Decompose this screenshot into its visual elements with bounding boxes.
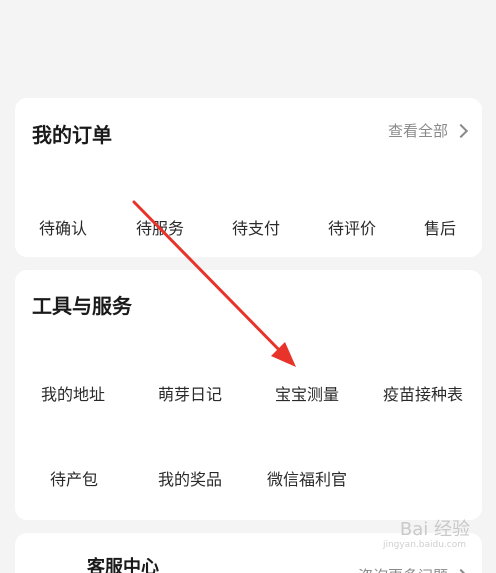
watermark-url: jingyan.baidu.com bbox=[382, 540, 466, 550]
more-questions-link[interactable]: 咨询更多问题 bbox=[358, 565, 469, 573]
tool-wechat-benefits[interactable]: 微信福利官 bbox=[267, 466, 347, 490]
orders-title: 我的订单 bbox=[32, 123, 112, 147]
chevron-right-icon bbox=[453, 568, 469, 573]
orders-card: 我的订单 查看全部 待确认 待服务 待支付 待评价 售后 bbox=[15, 98, 482, 257]
tool-my-prizes[interactable]: 我的奖品 bbox=[158, 466, 222, 490]
tool-vaccine-schedule[interactable]: 疫苗接种表 bbox=[383, 381, 463, 405]
chevron-right-icon bbox=[453, 123, 469, 139]
tool-sprout-diary[interactable]: 萌芽日记 bbox=[158, 381, 222, 405]
tools-title: 工具与服务 bbox=[32, 294, 132, 318]
order-status-pending-payment[interactable]: 待支付 bbox=[232, 215, 280, 239]
order-status-pending-service[interactable]: 待服务 bbox=[136, 215, 184, 239]
service-title: 客服中心 bbox=[87, 557, 159, 573]
page: 我的订单 查看全部 待确认 待服务 待支付 待评价 售后 工具与服务 我的地址 … bbox=[0, 0, 496, 573]
order-status-after-sales[interactable]: 售后 bbox=[424, 215, 456, 239]
tool-maternity-bag[interactable]: 待产包 bbox=[50, 466, 98, 490]
order-status-pending-review[interactable]: 待评价 bbox=[328, 215, 376, 239]
tools-card: 工具与服务 我的地址 萌芽日记 宝宝测量 疫苗接种表 待产包 我的奖品 微信福利… bbox=[15, 270, 482, 520]
more-questions-label: 咨询更多问题 bbox=[358, 565, 448, 573]
order-status-pending-confirm[interactable]: 待确认 bbox=[39, 215, 87, 239]
tool-baby-measurement[interactable]: 宝宝测量 bbox=[275, 381, 339, 405]
baidu-jingyan-watermark: Bai 经验 bbox=[399, 519, 470, 540]
view-all-label: 查看全部 bbox=[387, 122, 448, 140]
tool-my-address[interactable]: 我的地址 bbox=[41, 381, 105, 405]
view-all-orders-link[interactable]: 查看全部 bbox=[387, 120, 469, 141]
